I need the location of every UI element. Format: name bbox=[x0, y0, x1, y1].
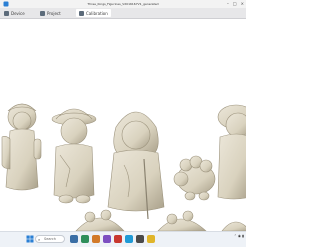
taskbar-search-input[interactable]: ⌕ Search bbox=[35, 235, 65, 243]
tab-label: Project bbox=[47, 10, 61, 16]
figurine-bottom-center-partial[interactable] bbox=[157, 210, 207, 232]
folder-icon[interactable] bbox=[147, 235, 155, 243]
tab-device[interactable]: Device bbox=[4, 9, 25, 17]
figurine-bottom-right-partial[interactable] bbox=[221, 221, 251, 232]
figurine-shepherd-left[interactable] bbox=[1, 103, 42, 191]
browser-icon[interactable] bbox=[81, 235, 89, 243]
window-titlebar: Three_Kings_Figurines_V2016167V1_generat… bbox=[0, 0, 246, 8]
figurine-mary[interactable] bbox=[107, 111, 165, 220]
app-icon-purple[interactable] bbox=[103, 235, 111, 243]
start-icon[interactable] bbox=[26, 235, 34, 243]
figurine-capped-figure[interactable] bbox=[51, 108, 97, 204]
top-toolbar: Device Project Calibration bbox=[0, 8, 246, 19]
system-tray[interactable]: ⌃ ◉ ▮ bbox=[234, 234, 244, 238]
tab-label: Calibration bbox=[86, 10, 108, 16]
search-placeholder: Search bbox=[44, 237, 57, 241]
model-viewport[interactable] bbox=[0, 19, 255, 232]
window-title: Three_Kings_Figurines_V2016167V1_generat… bbox=[87, 2, 159, 6]
window-controls: – □ × bbox=[227, 1, 244, 6]
taskbar: ⌕ Search ⌃ ◉ ▮ bbox=[0, 231, 246, 247]
figurine-sheep[interactable] bbox=[173, 155, 216, 201]
calibration-icon bbox=[79, 10, 84, 16]
app-icon-red[interactable] bbox=[114, 235, 122, 243]
minimize-icon[interactable]: – bbox=[227, 1, 229, 6]
project-icon bbox=[40, 10, 45, 16]
file-explorer-icon[interactable] bbox=[70, 235, 78, 243]
maximize-icon[interactable]: □ bbox=[233, 1, 237, 6]
viewport-canvas[interactable] bbox=[0, 19, 255, 232]
tab-calibration[interactable]: Calibration bbox=[76, 9, 111, 17]
figurine-bottom-left-partial[interactable] bbox=[75, 209, 125, 232]
close-icon[interactable]: × bbox=[241, 1, 244, 6]
figurine-right-partial[interactable] bbox=[217, 104, 255, 200]
mail-icon[interactable] bbox=[92, 235, 100, 243]
tab-project[interactable]: Project bbox=[40, 9, 61, 17]
app-icon bbox=[3, 1, 9, 7]
slicer-app-icon[interactable] bbox=[125, 235, 133, 243]
tray-icons: ⌃ ◉ ▮ bbox=[233, 234, 244, 238]
terminal-icon[interactable] bbox=[136, 235, 144, 243]
device-icon bbox=[4, 10, 9, 16]
tab-label: Device bbox=[11, 10, 25, 16]
search-icon: ⌕ bbox=[38, 237, 41, 242]
